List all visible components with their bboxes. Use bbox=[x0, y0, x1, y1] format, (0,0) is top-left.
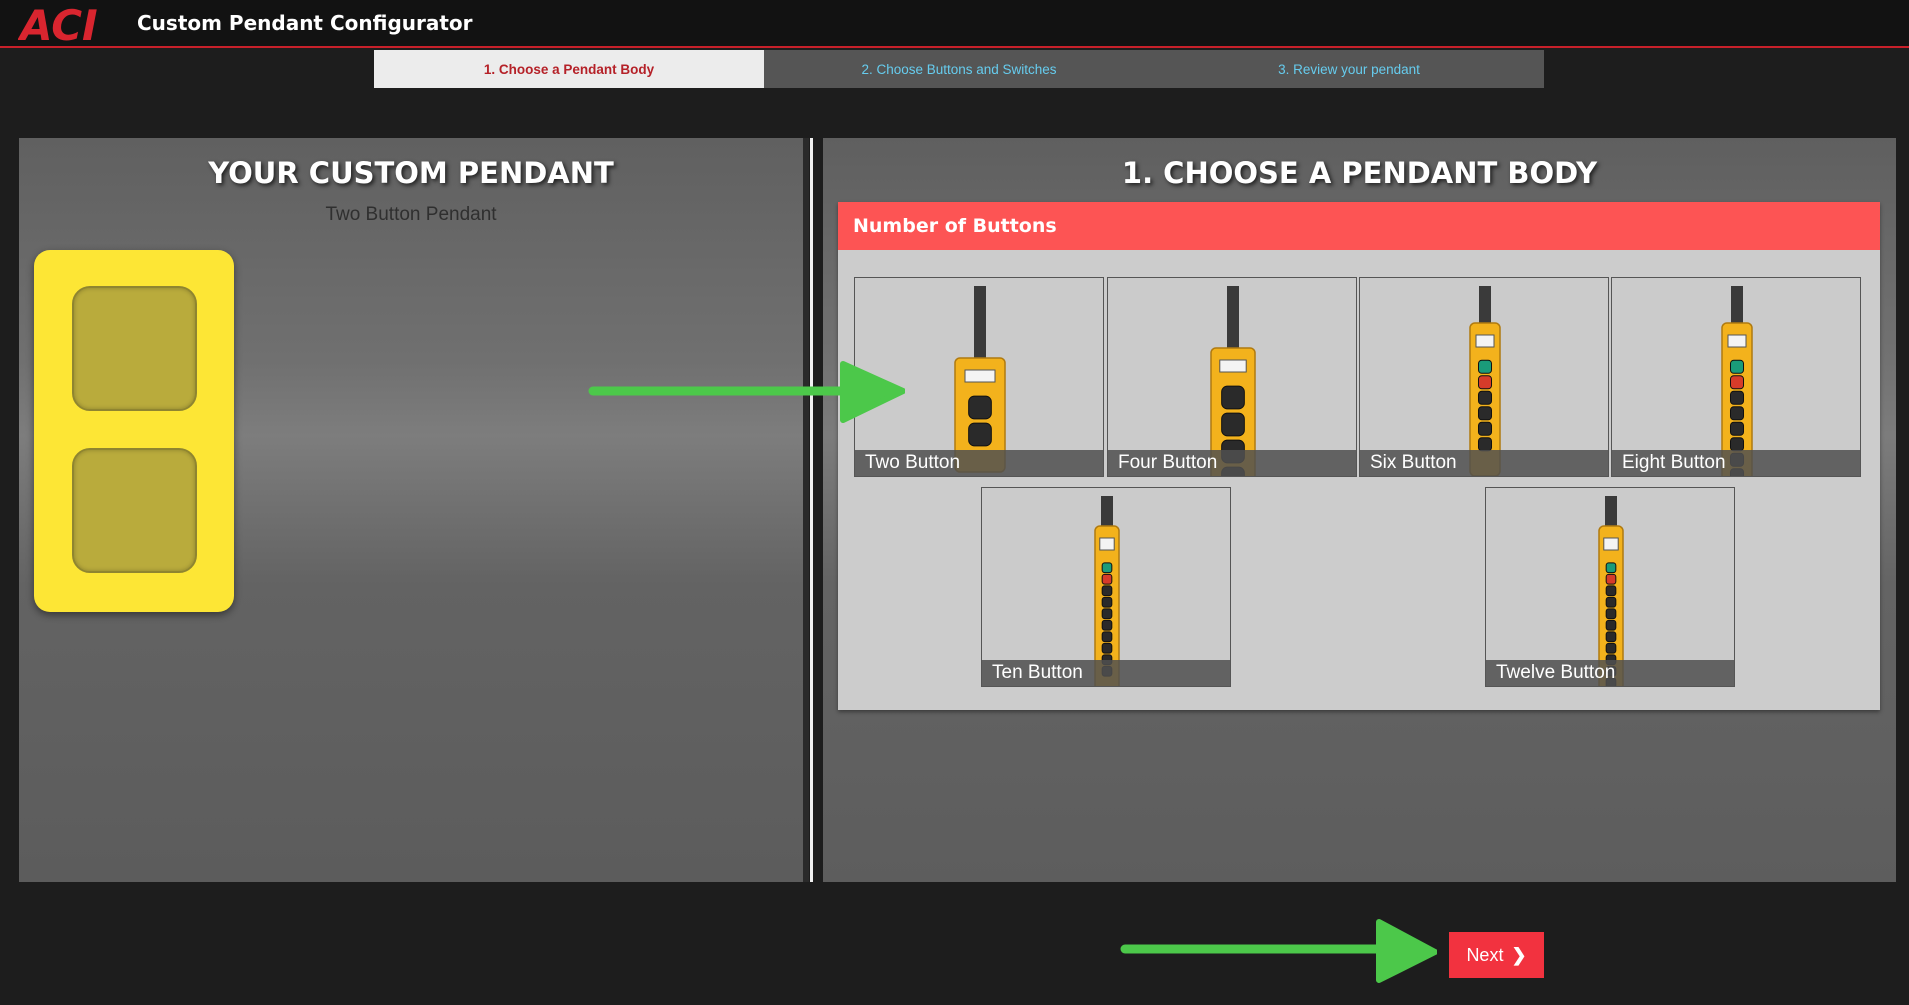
choose-body-panel: 1. CHOOSE A PENDANT BODY Number of Butto… bbox=[823, 138, 1896, 882]
tab-review-pendant[interactable]: 3. Review your pendant bbox=[1154, 50, 1544, 88]
pendant-button bbox=[1477, 375, 1493, 390]
pendant-image bbox=[1094, 496, 1120, 686]
option-label: Four Button bbox=[1108, 450, 1356, 476]
pendant-button bbox=[1477, 406, 1493, 421]
svg-text:ACI: ACI bbox=[18, 2, 98, 46]
pendant-button bbox=[1101, 585, 1113, 597]
tab-choose-pendant-body[interactable]: 1. Choose a Pendant Body bbox=[374, 50, 764, 88]
panel-divider bbox=[810, 138, 813, 882]
pendant-label-plate bbox=[1603, 537, 1619, 551]
pendant-image bbox=[1469, 286, 1501, 476]
pendant-cable bbox=[1605, 496, 1617, 526]
pendant-cable bbox=[974, 286, 986, 358]
option-label: Eight Button bbox=[1612, 450, 1860, 476]
option-label: Twelve Button bbox=[1486, 660, 1734, 686]
next-label: Next bbox=[1466, 944, 1504, 965]
pendant-button bbox=[968, 395, 992, 420]
aci-logo[interactable]: ACI bbox=[18, 2, 106, 46]
next-button[interactable]: Next ❯ bbox=[1449, 932, 1544, 978]
pendant-button bbox=[1605, 596, 1617, 608]
pendant-label-plate bbox=[1727, 334, 1747, 348]
pendant-button bbox=[1729, 421, 1745, 436]
choose-body-title: 1. CHOOSE A PENDANT BODY bbox=[1121, 156, 1598, 190]
pendant-button bbox=[1221, 412, 1245, 437]
pendant-button bbox=[1101, 573, 1113, 585]
top-header: ACI Custom Pendant Configurator bbox=[0, 0, 1909, 48]
pendant-button bbox=[1605, 642, 1617, 654]
pendant-button bbox=[1477, 390, 1493, 405]
pendant-button bbox=[1221, 385, 1245, 410]
option-label: Ten Button bbox=[982, 660, 1230, 686]
pendant-button bbox=[1477, 437, 1493, 452]
chevron-right-icon: ❯ bbox=[1511, 944, 1527, 965]
pendant-button bbox=[1101, 562, 1113, 574]
pendant-button bbox=[1729, 390, 1745, 405]
pendant-button bbox=[1101, 608, 1113, 620]
custom-pendant-panel: YOUR CUSTOM PENDANT Two Button Pendant bbox=[19, 138, 803, 882]
pendant-name: Two Button Pendant bbox=[325, 204, 497, 225]
pendant-cable bbox=[1479, 286, 1491, 323]
option-six-button[interactable]: Six Button bbox=[1359, 277, 1609, 477]
pendant-button bbox=[1605, 562, 1617, 574]
option-eight-button[interactable]: Eight Button bbox=[1611, 277, 1861, 477]
pendant-label-plate bbox=[1219, 359, 1247, 373]
app-root: ACI Custom Pendant Configurator 1. Choos… bbox=[0, 0, 1909, 1005]
panel-divider-shadow bbox=[803, 138, 809, 882]
pendant-button bbox=[1729, 437, 1745, 452]
pendant-label-plate bbox=[1099, 537, 1115, 551]
pendant-image bbox=[1721, 286, 1753, 476]
tab-choose-buttons-switches[interactable]: 2. Choose Buttons and Switches bbox=[764, 50, 1154, 88]
pendant-image bbox=[1210, 286, 1256, 476]
custom-pendant-title: YOUR CUSTOM PENDANT bbox=[208, 156, 614, 190]
pendant-button bbox=[968, 422, 992, 447]
pendant-button bbox=[1605, 573, 1617, 585]
pendant-label-plate bbox=[964, 369, 996, 383]
number-of-buttons-card: Number of Buttons Two Button Four Button… bbox=[838, 202, 1880, 710]
pendant-button bbox=[1605, 608, 1617, 620]
pendant-cable bbox=[1227, 286, 1239, 348]
pendant-button bbox=[1477, 421, 1493, 436]
pendant-button bbox=[1101, 596, 1113, 608]
option-ten-button[interactable]: Ten Button bbox=[981, 487, 1231, 687]
pendant-button bbox=[1729, 375, 1745, 390]
pendant-preview bbox=[34, 250, 234, 612]
pendant-label-plate bbox=[1475, 334, 1495, 348]
option-label: Two Button bbox=[855, 450, 1103, 476]
preview-button-slot-1[interactable] bbox=[72, 286, 197, 411]
option-twelve-button[interactable]: Twelve Button bbox=[1485, 487, 1735, 687]
pendant-button bbox=[1605, 585, 1617, 597]
step-tabs: 1. Choose a Pendant Body 2. Choose Butto… bbox=[374, 50, 1544, 88]
pendant-button bbox=[1605, 631, 1617, 643]
pendant-button bbox=[1477, 359, 1493, 374]
green-arrow-icon bbox=[1120, 919, 1437, 983]
app-title: Custom Pendant Configurator bbox=[137, 11, 473, 35]
pendant-button bbox=[1729, 359, 1745, 374]
preview-button-slot-2[interactable] bbox=[72, 448, 197, 573]
option-label: Six Button bbox=[1360, 450, 1608, 476]
pendant-button bbox=[1101, 619, 1113, 631]
pendant-cable bbox=[1731, 286, 1743, 323]
pendant-image bbox=[1598, 496, 1624, 686]
green-arrow-icon bbox=[588, 361, 905, 423]
pendant-cable bbox=[1101, 496, 1113, 526]
option-four-button[interactable]: Four Button bbox=[1107, 277, 1357, 477]
pendant-button bbox=[1729, 406, 1745, 421]
pendant-button bbox=[1605, 619, 1617, 631]
pendant-button bbox=[1101, 631, 1113, 643]
number-of-buttons-header: Number of Buttons bbox=[838, 202, 1880, 250]
pendant-button bbox=[1101, 642, 1113, 654]
